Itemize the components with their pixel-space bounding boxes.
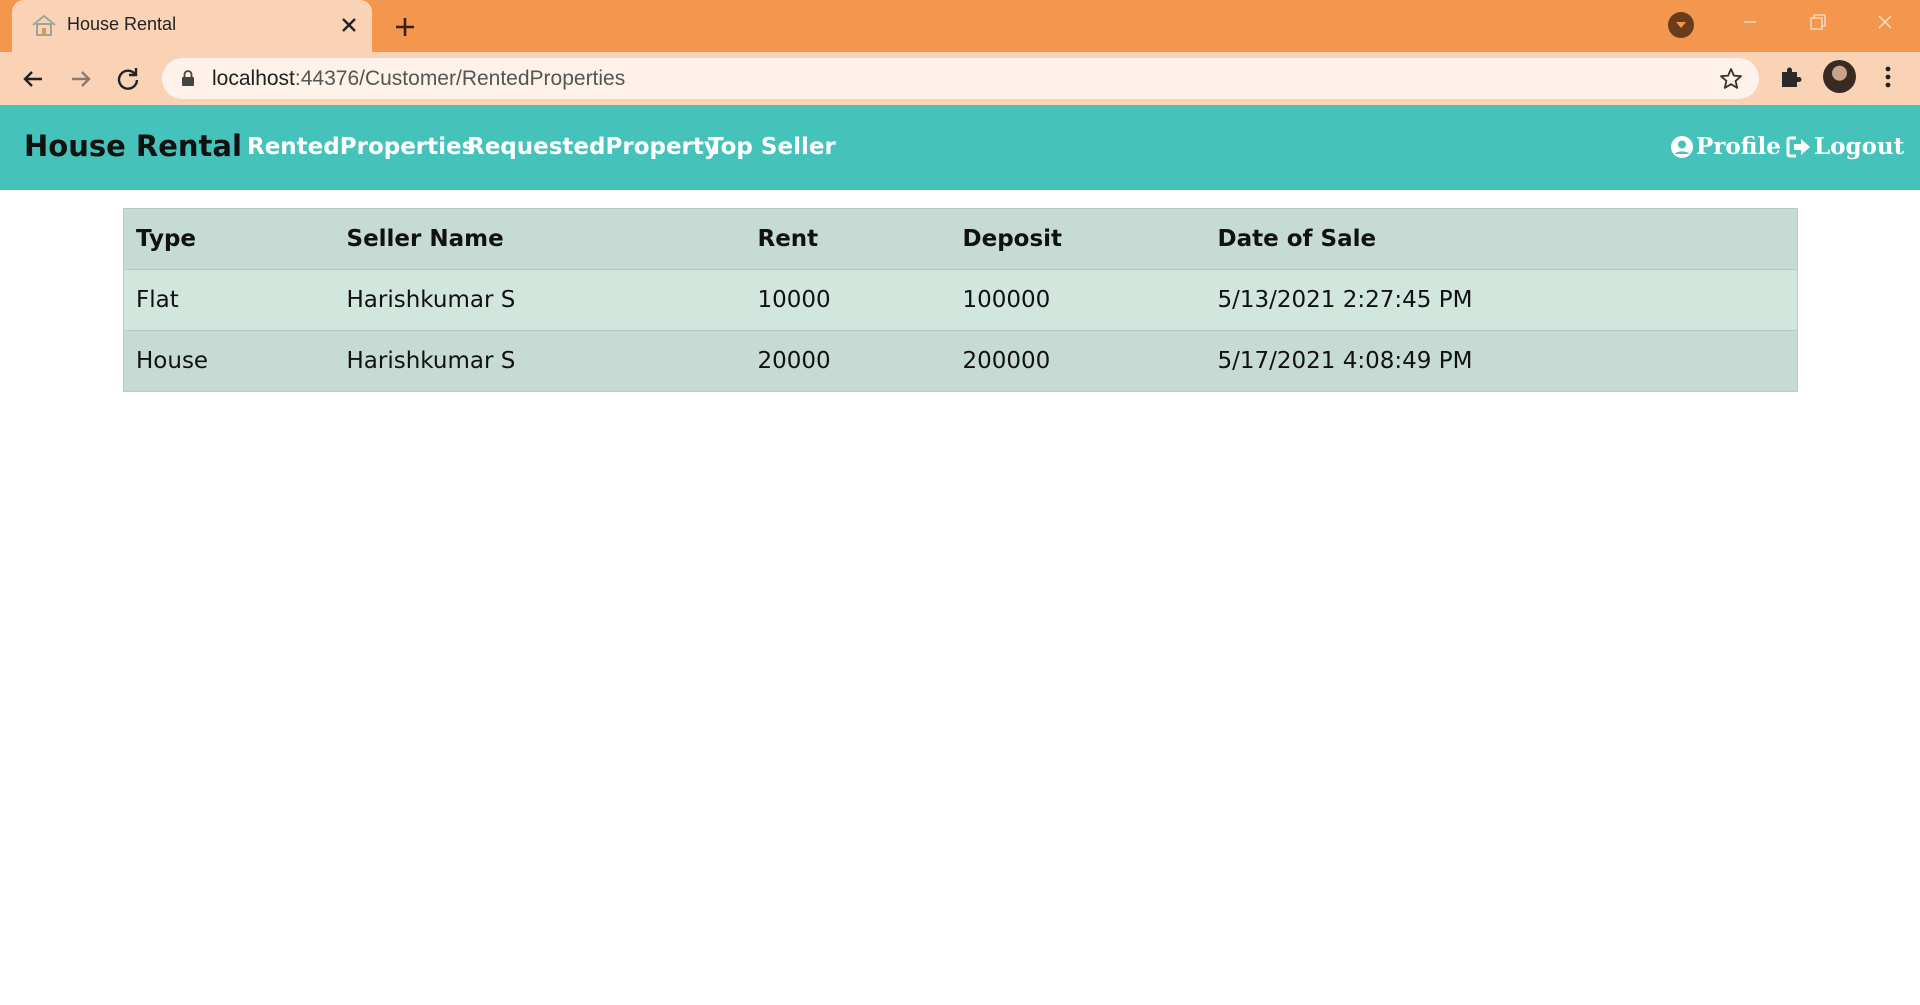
cell-date-of-sale: 5/17/2021 4:08:49 PM xyxy=(1205,330,1798,392)
cell-rent: 20000 xyxy=(745,330,951,392)
column-header-date-of-sale: Date of Sale xyxy=(1205,208,1798,270)
cell-rent: 10000 xyxy=(745,269,951,331)
minimize-icon[interactable] xyxy=(1733,8,1767,38)
browser-tab[interactable]: House Rental xyxy=(12,0,372,52)
cell-date-of-sale: 5/13/2021 2:27:45 PM xyxy=(1205,269,1798,331)
tab-search-icon[interactable] xyxy=(1668,12,1694,38)
window-close-icon[interactable] xyxy=(1868,8,1902,38)
profile-link[interactable]: Profile xyxy=(1670,133,1781,160)
reload-icon[interactable] xyxy=(113,64,143,94)
cell-deposit: 200000 xyxy=(950,330,1206,392)
lock-icon[interactable] xyxy=(180,69,196,87)
rented-properties-table: Type Seller Name Rent Deposit Date of Sa… xyxy=(123,208,1798,392)
puzzle-icon[interactable] xyxy=(1777,64,1803,90)
forward-arrow-icon[interactable] xyxy=(66,64,96,94)
table-row: Flat Harishkumar S 10000 100000 5/13/202… xyxy=(123,269,1798,331)
brand-link[interactable]: House Rental xyxy=(24,129,242,163)
address-bar[interactable]: localhost:44376/Customer/RentedPropertie… xyxy=(162,58,1759,99)
column-header-rent: Rent xyxy=(745,208,951,270)
url-path: :44376/Customer/RentedProperties xyxy=(294,67,626,90)
cell-type: Flat xyxy=(123,269,335,331)
column-header-type: Type xyxy=(123,208,335,270)
close-icon[interactable] xyxy=(337,13,361,37)
plus-icon[interactable] xyxy=(390,12,420,42)
table-row: House Harishkumar S 20000 200000 5/17/20… xyxy=(123,330,1798,392)
browser-toolbar: localhost:44376/Customer/RentedPropertie… xyxy=(0,52,1920,105)
nav-requested-property[interactable]: RequestedProperty xyxy=(467,134,719,160)
cell-deposit: 100000 xyxy=(950,269,1206,331)
sign-out-icon xyxy=(1786,136,1810,157)
site-navbar: House Rental RentedProperties RequestedP… xyxy=(0,105,1920,190)
maximize-icon[interactable] xyxy=(1800,8,1834,38)
column-header-seller-name: Seller Name xyxy=(334,208,746,270)
cell-type: House xyxy=(123,330,335,392)
cell-seller-name: Harishkumar S xyxy=(334,330,746,392)
tab-title: House Rental xyxy=(67,14,177,34)
url-text[interactable]: localhost:44376/Customer/RentedPropertie… xyxy=(212,67,625,91)
column-header-deposit: Deposit xyxy=(950,208,1206,270)
house-favicon-icon xyxy=(32,14,56,36)
profile-label: Profile xyxy=(1696,133,1781,160)
table-header-row: Type Seller Name Rent Deposit Date of Sa… xyxy=(123,208,1798,270)
user-circle-icon xyxy=(1671,135,1693,158)
avatar[interactable] xyxy=(1823,60,1856,93)
cell-seller-name: Harishkumar S xyxy=(334,269,746,331)
kebab-menu-icon[interactable] xyxy=(1878,64,1898,90)
back-arrow-icon[interactable] xyxy=(18,64,48,94)
browser-tabstrip: House Rental xyxy=(0,0,1920,52)
nav-top-seller[interactable]: Top Seller xyxy=(708,134,836,160)
logout-label: Logout xyxy=(1814,133,1905,160)
nav-rented-properties[interactable]: RentedProperties xyxy=(247,134,475,160)
url-host: localhost xyxy=(212,67,295,90)
star-icon[interactable] xyxy=(1718,66,1744,92)
logout-link[interactable]: Logout xyxy=(1786,133,1904,160)
